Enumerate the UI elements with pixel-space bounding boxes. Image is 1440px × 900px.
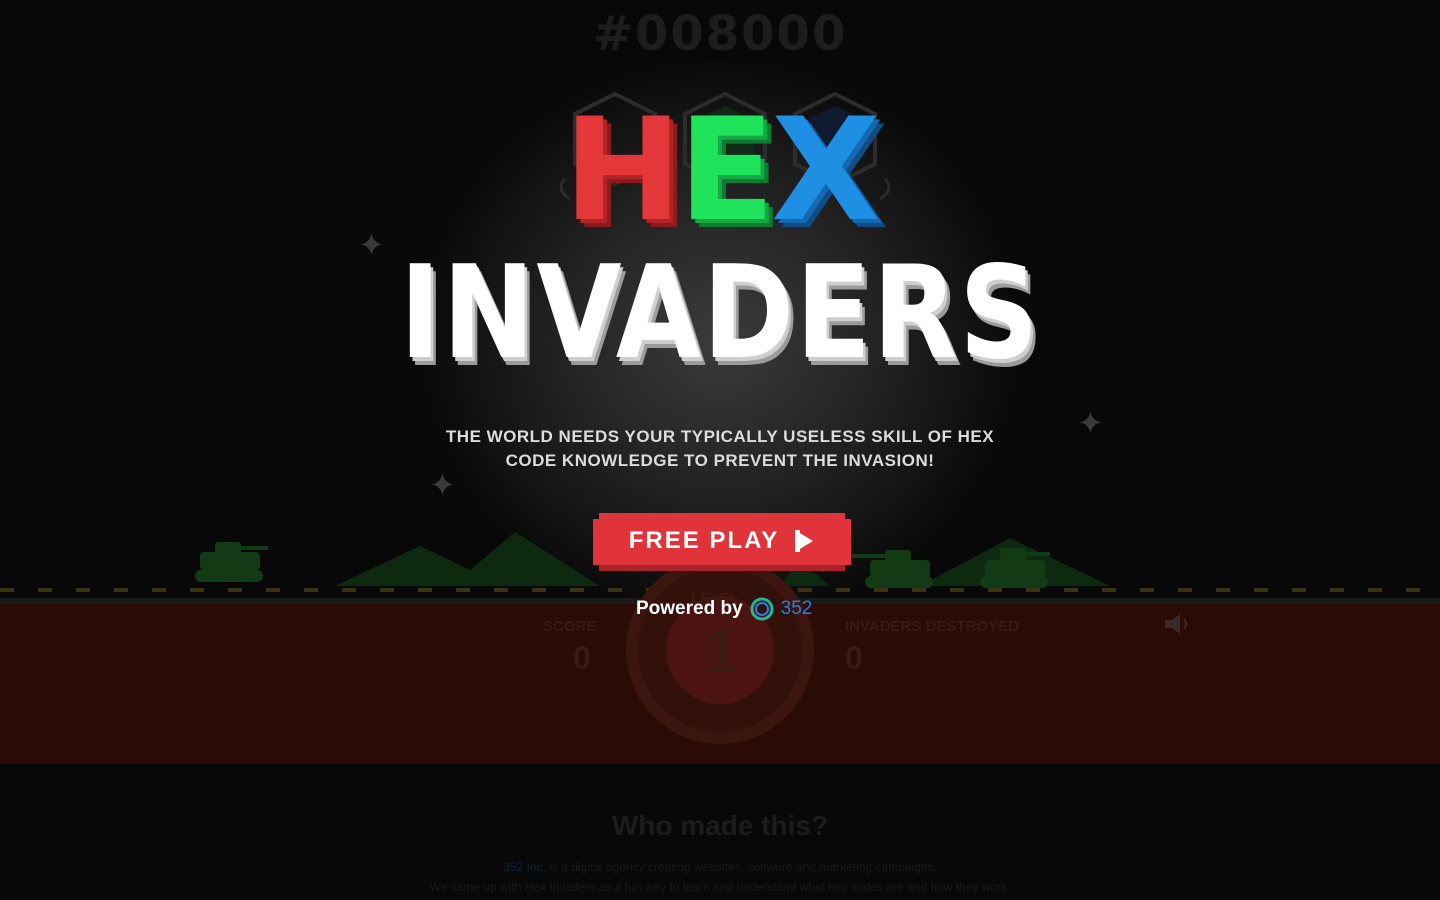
powered-by[interactable]: Powered by 352 [636, 596, 812, 622]
speaker-icon[interactable] [1163, 612, 1195, 636]
powered-by-label: Powered by [636, 598, 743, 619]
tank-icon [850, 550, 933, 588]
free-play-button[interactable]: FREE PLAY [593, 513, 851, 571]
who-made-this-heading: Who made this? [611, 810, 829, 841]
about-line-1-text: is a digital agency creating websites, s… [545, 860, 937, 874]
play-icon [793, 528, 815, 554]
hex-letter-x: X [771, 88, 881, 253]
invaders-destroyed-label: INVADERS DESTROYED [845, 618, 1019, 635]
352-brand-label: 352 [780, 598, 813, 619]
tagline: THE WORLD NEEDS YOUR TYPICALLY USELESS S… [445, 427, 995, 470]
sparkle-icon: ✦ [1077, 404, 1104, 442]
352-logo-icon [750, 597, 774, 621]
hex-letter-e: E [678, 88, 775, 253]
sparkle-icon: ✦ [358, 226, 385, 264]
hex-title: HEX [0, 100, 1440, 242]
tank-icon [195, 542, 268, 582]
about-line-2: We came up with Hex Invaders as a fun wa… [429, 880, 1011, 894]
company-link[interactable]: 352 Inc. [503, 860, 546, 874]
target-hex-code: #008000 [592, 6, 848, 62]
score-value: 0 [573, 640, 591, 676]
hex-letter-h: H [563, 88, 682, 253]
level-value: 1 [704, 617, 738, 684]
invaders-destroyed-value: 0 [845, 640, 863, 676]
about-line-1: 352 Inc. is a digital agency creating we… [0, 860, 1440, 874]
free-play-label: FREE PLAY [628, 526, 780, 554]
invaders-title: INVADERS [399, 239, 1041, 388]
score-label: SCORE [543, 618, 597, 635]
